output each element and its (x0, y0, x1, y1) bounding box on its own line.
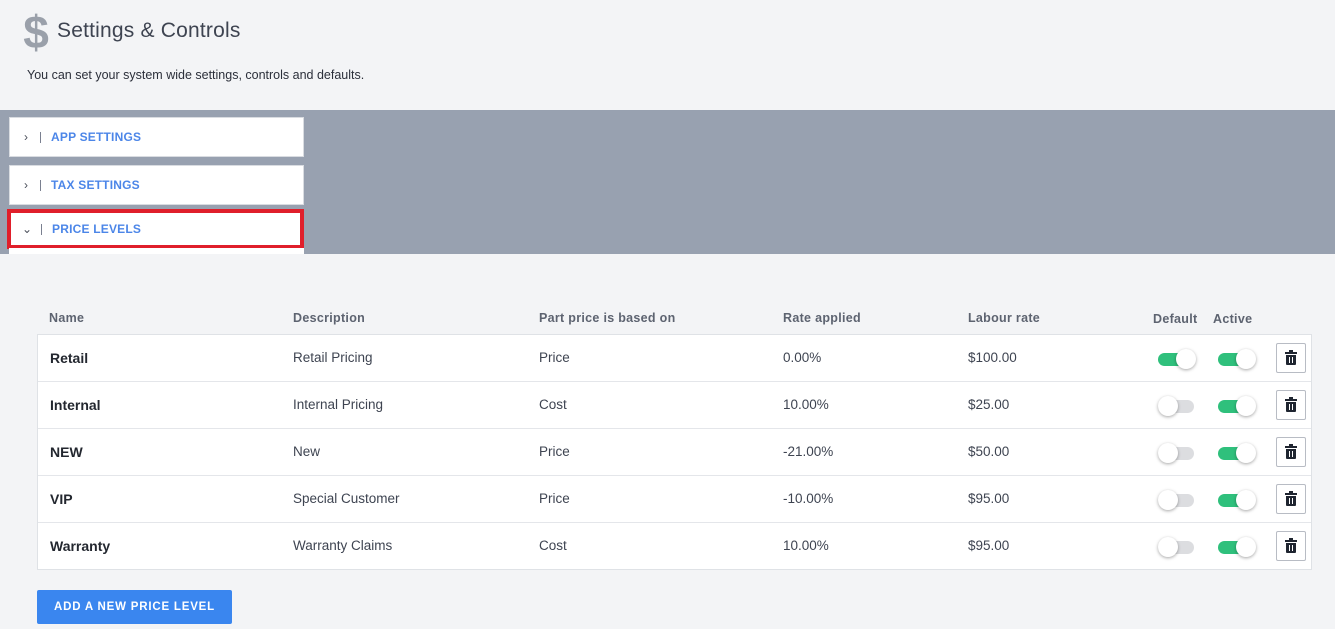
column-header-default: Default (1153, 312, 1198, 326)
table-row: NEW New Price -21.00% $50.00 (38, 429, 1311, 476)
active-toggle[interactable] (1218, 396, 1256, 416)
table-row: Warranty Warranty Claims Cost 10.00% $95… (38, 523, 1311, 569)
add-price-level-button[interactable]: ADD A NEW PRICE LEVEL (37, 590, 232, 624)
cell-rate: -21.00% (783, 444, 834, 459)
cell-part-price: Price (539, 491, 570, 506)
dollar-icon: $ (23, 6, 49, 58)
delete-button[interactable] (1276, 343, 1306, 373)
cell-name: Retail (50, 350, 89, 366)
divider (40, 179, 41, 191)
trash-icon (1285, 350, 1297, 365)
cell-description: New (293, 444, 321, 459)
cell-part-price: Price (539, 350, 570, 365)
trash-icon (1285, 397, 1297, 412)
column-header-description: Description (293, 311, 366, 325)
page-subtitle: You can set your system wide settings, c… (27, 68, 365, 82)
delete-button[interactable] (1276, 531, 1306, 561)
table-header: Name Description Part price is based on … (37, 304, 1312, 334)
delete-button[interactable] (1276, 484, 1306, 514)
divider (40, 131, 41, 143)
cell-description: Internal Pricing (293, 397, 384, 412)
cell-part-price: Cost (539, 538, 567, 553)
active-toggle[interactable] (1218, 490, 1256, 510)
default-toggle[interactable] (1158, 537, 1196, 557)
table-row: VIP Special Customer Price -10.00% $95.0… (38, 476, 1311, 523)
default-toggle[interactable] (1158, 396, 1196, 416)
accordion-price-levels[interactable]: ⌄ PRICE LEVELS (7, 209, 304, 249)
trash-icon (1285, 538, 1297, 553)
column-header-labour: Labour rate (968, 311, 1041, 325)
table-row: Retail Retail Pricing Price 0.00% $100.0… (38, 335, 1311, 382)
cell-part-price: Price (539, 444, 570, 459)
accordion-label: TAX SETTINGS (51, 178, 140, 192)
default-toggle[interactable] (1158, 443, 1196, 463)
active-toggle[interactable] (1218, 537, 1256, 557)
cell-name: Internal (50, 397, 101, 413)
column-header-name: Name (49, 311, 85, 325)
delete-button[interactable] (1276, 437, 1306, 467)
default-toggle[interactable] (1158, 490, 1196, 510)
cell-labour: $50.00 (968, 444, 1010, 459)
cell-labour: $95.00 (968, 538, 1010, 553)
column-header-part-price: Part price is based on (539, 311, 676, 325)
chevron-right-icon: › (24, 130, 28, 144)
column-header-rate: Rate applied (783, 311, 861, 325)
trash-icon (1285, 491, 1297, 506)
cell-labour: $95.00 (968, 491, 1010, 506)
cell-rate: -10.00% (783, 491, 834, 506)
cell-name: NEW (50, 444, 83, 460)
active-toggle[interactable] (1218, 349, 1256, 369)
price-levels-table: Retail Retail Pricing Price 0.00% $100.0… (37, 334, 1312, 570)
cell-description: Special Customer (293, 491, 400, 506)
cell-rate: 10.00% (783, 538, 829, 553)
cell-rate: 10.00% (783, 397, 829, 412)
page-title: Settings & Controls (57, 19, 241, 42)
column-header-active: Active (1213, 312, 1253, 326)
active-toggle[interactable] (1218, 443, 1256, 463)
divider (41, 223, 42, 235)
default-toggle[interactable] (1158, 349, 1196, 369)
cell-rate: 0.00% (783, 350, 822, 365)
accordion-label: APP SETTINGS (51, 130, 142, 144)
table-row: Internal Internal Pricing Cost 10.00% $2… (38, 382, 1311, 429)
accordion-label: PRICE LEVELS (52, 222, 142, 236)
cell-labour: $100.00 (968, 350, 1017, 365)
accordion-panel-edge (9, 248, 304, 254)
trash-icon (1285, 444, 1297, 459)
accordion-app-settings[interactable]: › APP SETTINGS (9, 117, 304, 157)
cell-description: Retail Pricing (293, 350, 373, 365)
page-header: $ Settings & Controls You can set your s… (0, 0, 1335, 110)
cell-part-price: Cost (539, 397, 567, 412)
delete-button[interactable] (1276, 390, 1306, 420)
cell-name: Warranty (50, 538, 111, 554)
cell-name: VIP (50, 491, 73, 507)
accordion-tax-settings[interactable]: › TAX SETTINGS (9, 165, 304, 205)
chevron-right-icon: › (24, 178, 28, 192)
chevron-down-icon: ⌄ (21, 222, 33, 236)
cell-labour: $25.00 (968, 397, 1010, 412)
cell-description: Warranty Claims (293, 538, 393, 553)
